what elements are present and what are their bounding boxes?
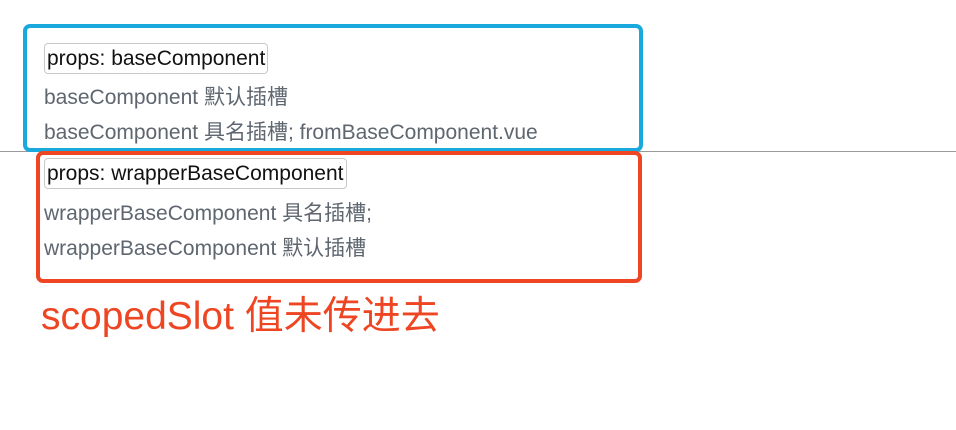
wrapper-props-label: props: wrapperBaseComponent <box>44 158 347 189</box>
annotation-note: scopedSlot 值未传进去 <box>41 295 440 338</box>
wrapper-named-slot-text: wrapperBaseComponent 具名插槽; <box>44 202 372 225</box>
base-default-slot-text: baseComponent 默认插槽 <box>44 86 288 109</box>
base-named-slot-text: baseComponent 具名插槽; fromBaseComponent.vu… <box>44 121 538 144</box>
base-props-label: props: baseComponent <box>44 43 269 74</box>
wrapper-default-slot-text: wrapperBaseComponent 默认插槽 <box>44 237 367 260</box>
